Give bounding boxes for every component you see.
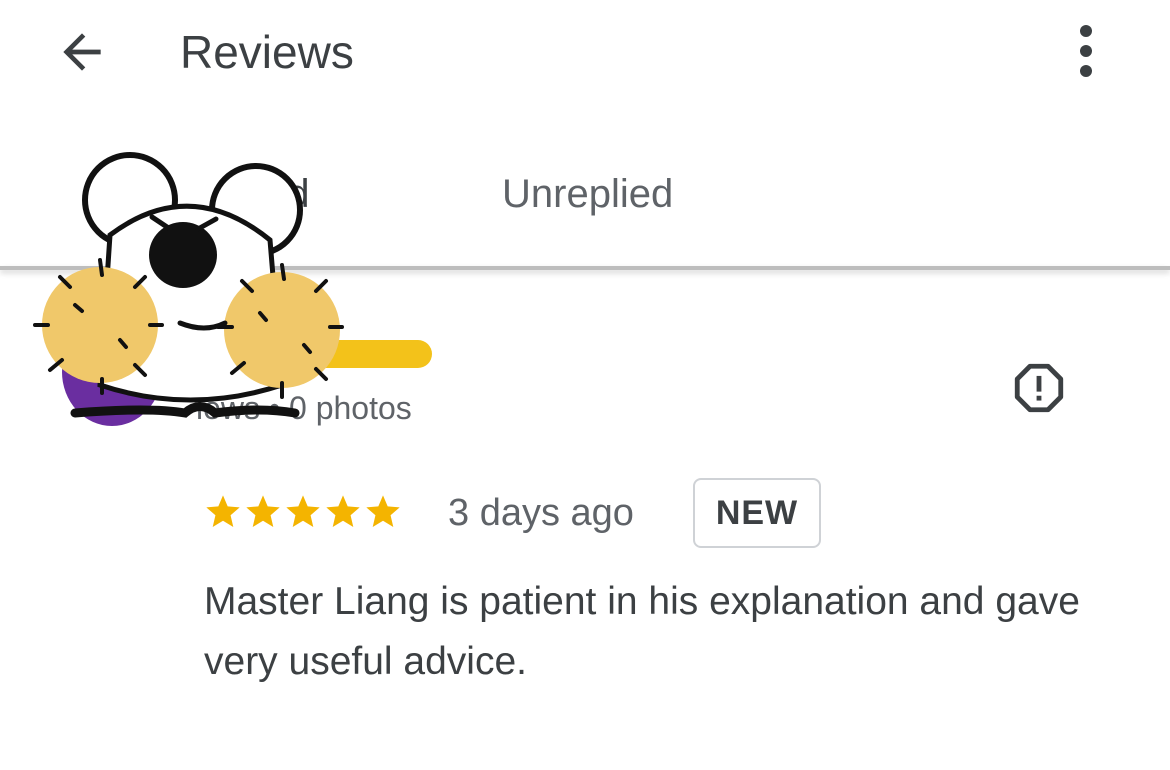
reviews-screen: Reviews plied Unreplied iews • 0 photos … — [0, 0, 1170, 770]
more-options-button[interactable] — [1056, 18, 1116, 84]
star-rating — [203, 490, 403, 534]
review-text: Master Liang is patient in his explanati… — [204, 580, 1080, 683]
more-vert-icon — [1080, 25, 1092, 77]
review-tabs: plied Unreplied — [0, 150, 1170, 268]
star-icon — [326, 495, 360, 527]
star-icon — [286, 495, 320, 527]
tab-unreplied[interactable]: Unreplied — [502, 170, 673, 218]
tab-replied[interactable]: plied — [225, 170, 310, 218]
star-icon — [366, 495, 400, 527]
tabs-divider — [0, 266, 1170, 270]
page-title: Reviews — [180, 26, 354, 78]
new-badge: NEW — [693, 478, 821, 548]
avatar[interactable] — [62, 318, 162, 426]
reviewer-meta: iews • 0 photos — [196, 390, 412, 426]
report-review-button[interactable] — [1006, 358, 1072, 418]
report-icon — [1014, 363, 1064, 413]
arrow-back-icon — [63, 33, 101, 71]
star-icon — [206, 495, 240, 527]
app-bar: Reviews — [0, 0, 1170, 110]
reviewer-name-redaction — [262, 340, 432, 368]
star-icon — [246, 495, 280, 527]
back-button[interactable] — [50, 20, 114, 84]
review-time: 3 days ago — [448, 492, 634, 534]
